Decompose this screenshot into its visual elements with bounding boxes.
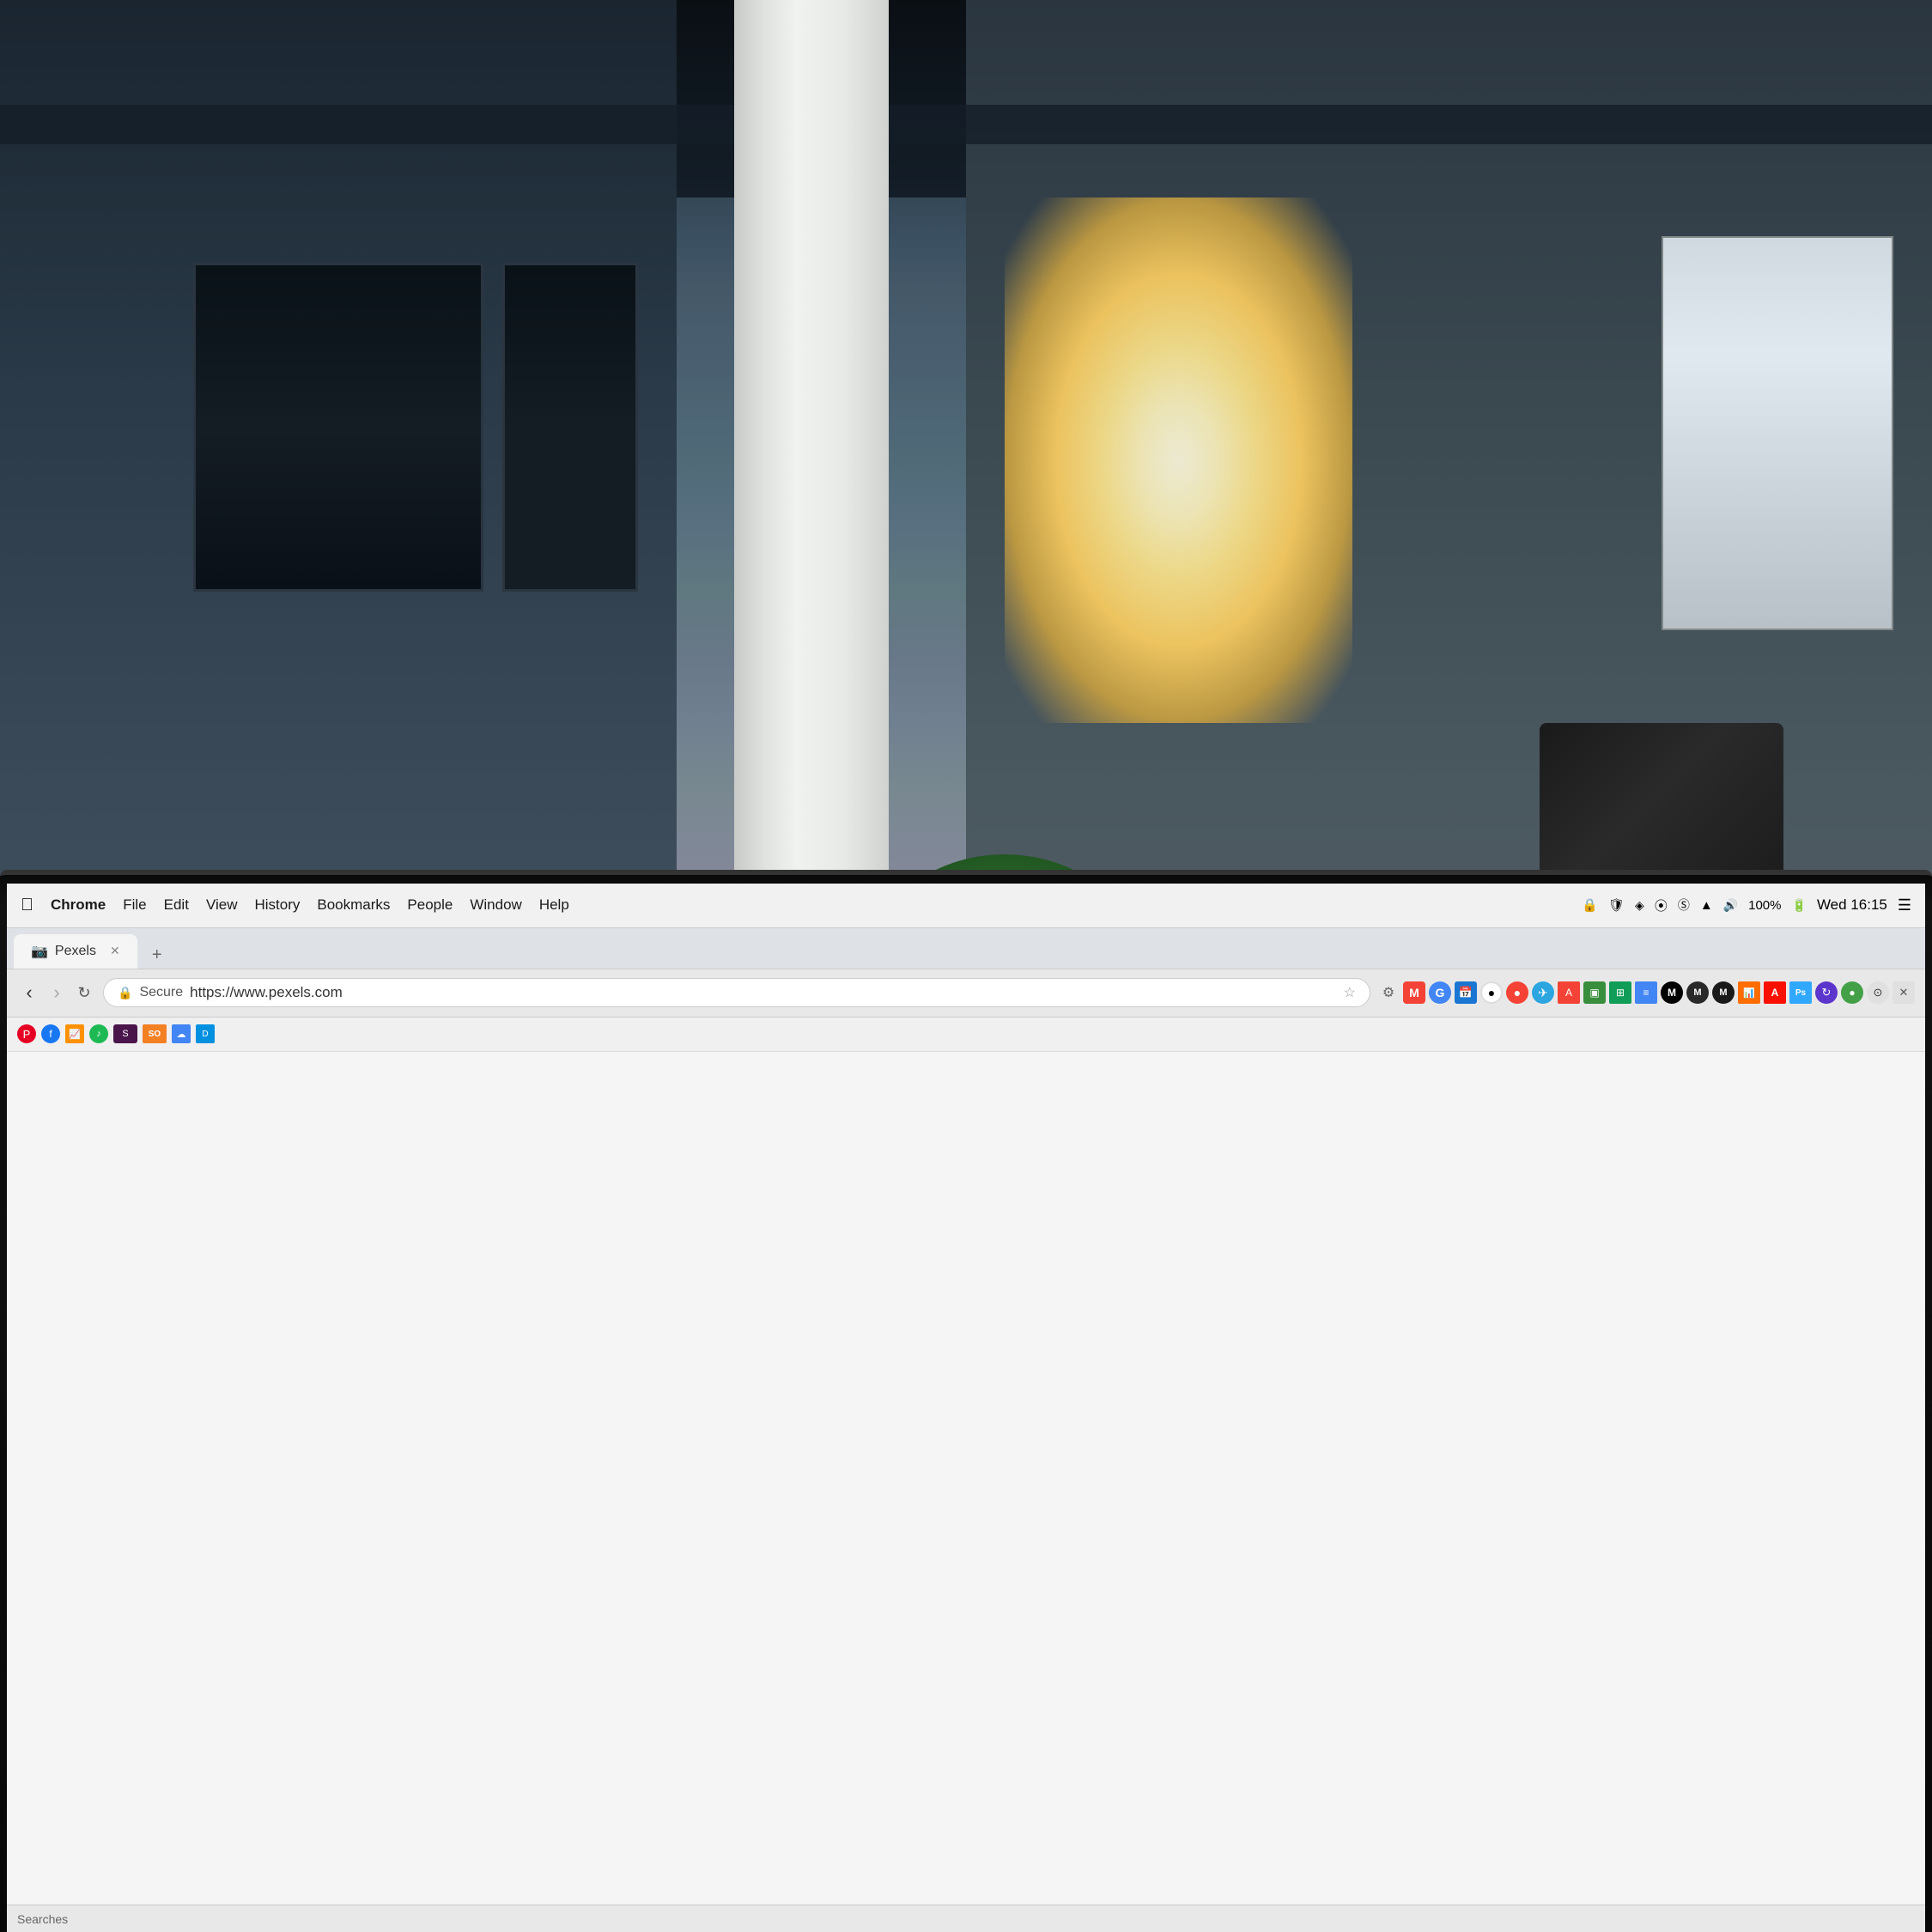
menu-window[interactable]: Window bbox=[470, 896, 521, 914]
ext-clock-icon[interactable]: ⊙ bbox=[1867, 981, 1889, 1004]
ext-green2-icon[interactable]: ● bbox=[1841, 981, 1863, 1004]
ext-google-icon[interactable]: G bbox=[1429, 981, 1451, 1004]
url-display: https://www.pexels.com bbox=[190, 984, 1337, 1001]
ssl-lock-icon: 🔒 bbox=[118, 986, 132, 1000]
browser-extensions: ⚙ M G 📅 ● ● ✈ A ▣ ⊞ ≡ M M M 📊 A Ps bbox=[1377, 981, 1915, 1004]
ext-telegram-icon[interactable]: ✈ bbox=[1532, 981, 1554, 1004]
system-clock: Wed 16:15 bbox=[1817, 896, 1887, 914]
secure-label: Secure bbox=[139, 985, 183, 1000]
back-button[interactable]: ‹ bbox=[17, 981, 41, 1005]
browser-status-bar: Searches bbox=[7, 1905, 1925, 1932]
bookmark-star-icon[interactable]: ☆ bbox=[1344, 984, 1356, 1001]
tab-close-icon[interactable]: ✕ bbox=[110, 944, 120, 958]
browser-tab-bar: 📷 Pexels ✕ + bbox=[7, 928, 1925, 969]
wifi-icon: ▲ bbox=[1700, 898, 1713, 913]
menu-people[interactable]: People bbox=[407, 896, 453, 914]
menubar-system-icons: 🔒 🛡 ◈ ⦿ Ⓢ ▲ 🔊 100% 🔋 Wed 16:15 ☰ bbox=[1582, 896, 1911, 914]
browser-toolbar: ‹ › ↻ 🔒 Secure https://www.pexels.com ☆ … bbox=[7, 969, 1925, 1018]
forward-button[interactable]: › bbox=[45, 981, 69, 1005]
ext-medium2-icon[interactable]: M bbox=[1686, 981, 1709, 1004]
bookmark-type-icon[interactable]: S bbox=[113, 1024, 137, 1043]
ext-close-tab-icon[interactable]: ✕ bbox=[1893, 981, 1915, 1004]
window-glow bbox=[1005, 197, 1352, 723]
ext-gmail-icon[interactable]: M bbox=[1403, 981, 1425, 1004]
monitor:  Chrome File Edit View History Bookmark… bbox=[0, 870, 1932, 1932]
url-bar[interactable]: 🔒 Secure https://www.pexels.com ☆ bbox=[103, 978, 1370, 1007]
dropbox-icon: ◈ bbox=[1635, 898, 1644, 913]
new-tab-button[interactable]: + bbox=[144, 943, 170, 969]
menu-file[interactable]: File bbox=[123, 896, 146, 914]
monitor-screen:  Chrome File Edit View History Bookmark… bbox=[7, 884, 1925, 1932]
bookmark-pinterest-icon[interactable]: P bbox=[17, 1024, 36, 1043]
ext-adobe-icon[interactable]: A bbox=[1558, 981, 1580, 1004]
bookmarks-bar: P f 📈 ♪ S SO ☁ D bbox=[7, 1018, 1925, 1052]
chrome-icon: ⦿ bbox=[1655, 896, 1668, 914]
ext-sheets-icon[interactable]: ⊞ bbox=[1609, 981, 1631, 1004]
menu-history[interactable]: History bbox=[254, 896, 300, 914]
ext-calendar-icon[interactable]: 📅 bbox=[1455, 981, 1477, 1004]
active-tab[interactable]: 📷 Pexels ✕ bbox=[14, 934, 137, 969]
bookmark-music-icon[interactable]: ♪ bbox=[89, 1024, 108, 1043]
menu-view[interactable]: View bbox=[206, 896, 238, 914]
monitor-bezel:  Chrome File Edit View History Bookmark… bbox=[0, 870, 1932, 1932]
window-right bbox=[1662, 236, 1893, 630]
menu-help[interactable]: Help bbox=[539, 896, 569, 914]
volume-icon: 🔊 bbox=[1723, 898, 1738, 913]
bookmark-social-icon[interactable]: f bbox=[41, 1024, 60, 1043]
status-text: Searches bbox=[17, 1912, 68, 1926]
menu-chrome[interactable]: Chrome bbox=[51, 896, 106, 914]
bookmark-cloud-icon[interactable]: ☁ bbox=[172, 1024, 191, 1043]
menu-edit[interactable]: Edit bbox=[164, 896, 189, 914]
ext-analytics-icon[interactable]: 📊 bbox=[1738, 981, 1760, 1004]
bookmark-dash-icon[interactable]: D bbox=[196, 1024, 215, 1043]
tab-label: Pexels bbox=[55, 944, 96, 959]
menu-bookmarks[interactable]: Bookmarks bbox=[317, 896, 390, 914]
ext-refresh-icon[interactable]: ↻ bbox=[1815, 981, 1838, 1004]
ext-medium-icon[interactable]: M bbox=[1661, 981, 1683, 1004]
ext-adobe2-icon[interactable]: A bbox=[1764, 981, 1786, 1004]
skype-icon: Ⓢ bbox=[1678, 896, 1690, 914]
apple-menu[interactable]:  bbox=[21, 896, 33, 915]
pillar bbox=[734, 0, 889, 986]
ext-green1-icon[interactable]: ▣ bbox=[1583, 981, 1606, 1004]
bookmark-dev-icon[interactable]: SO bbox=[143, 1024, 167, 1043]
ext-circle-icon[interactable]: ● bbox=[1480, 981, 1503, 1004]
refresh-button[interactable]: ↻ bbox=[72, 981, 96, 1005]
battery-indicator: 🔋 bbox=[1792, 898, 1807, 913]
ext-pin-icon[interactable]: ⚙ bbox=[1377, 981, 1400, 1004]
macos-menubar:  Chrome File Edit View History Bookmark… bbox=[7, 884, 1925, 928]
bookmark-analytics2-icon[interactable]: 📈 bbox=[65, 1024, 84, 1043]
ext-ps-icon[interactable]: Ps bbox=[1789, 981, 1812, 1004]
vpn-icon: 🛡 bbox=[1608, 897, 1625, 913]
battery-icon: 🔒 bbox=[1582, 897, 1598, 913]
nav-buttons: ‹ › ↻ bbox=[17, 981, 96, 1005]
ext-red-icon[interactable]: ● bbox=[1506, 981, 1528, 1004]
tab-favicon: 📷 bbox=[31, 943, 48, 960]
notification-icon[interactable]: ☰ bbox=[1898, 896, 1911, 914]
battery-status: 100% bbox=[1748, 898, 1781, 913]
ext-docs-icon[interactable]: ≡ bbox=[1635, 981, 1657, 1004]
ext-medium3-icon[interactable]: M bbox=[1712, 981, 1735, 1004]
